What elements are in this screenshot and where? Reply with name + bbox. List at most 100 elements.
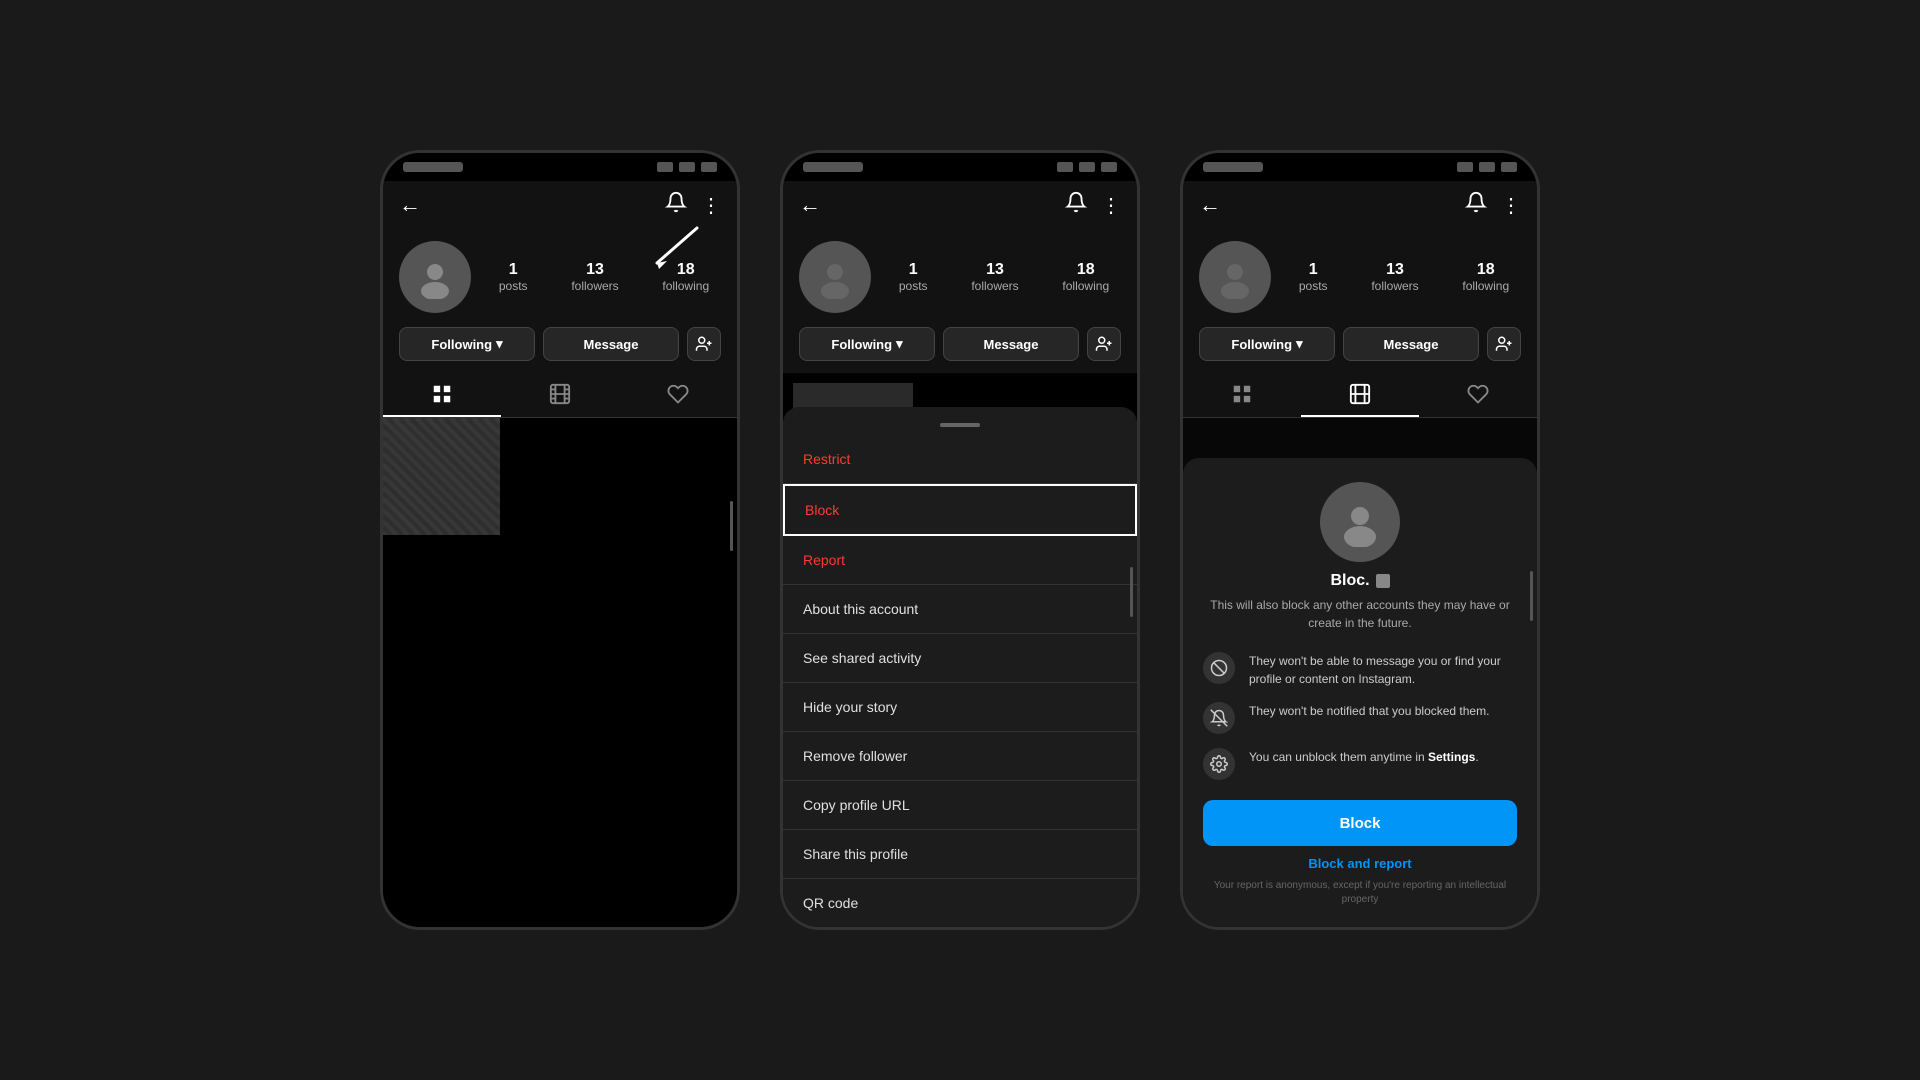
message-button-1[interactable]: Message [543,327,679,361]
more-icon-3[interactable]: ⋮ [1501,193,1521,218]
stat-following-1: 18 following [662,261,709,293]
stat-posts-1: 1 posts [499,261,528,293]
confirm-username: Bloc. [1330,572,1389,590]
action-buttons-1: Following ▾ Message [399,327,721,361]
status-icons-1 [657,162,717,172]
profile-info-2: 1 posts 13 followers 18 following [799,241,1121,313]
hide-story-option[interactable]: Hide your story [783,683,1137,732]
share-profile-option[interactable]: Share this profile [783,830,1137,879]
verified-placeholder [1376,574,1390,588]
copy-url-option[interactable]: Copy profile URL [783,781,1137,830]
back-button-2[interactable]: ← [799,192,821,218]
following-count-3: 18 [1477,261,1495,279]
back-button-3[interactable]: ← [1199,192,1221,218]
stats-2: 1 posts 13 followers 18 following [887,261,1121,293]
confirm-info-list: They won't be able to message you or fin… [1203,652,1517,780]
info-item-unblock: You can unblock them anytime in Settings… [1203,748,1517,780]
posts-count-1: 1 [509,261,518,279]
back-button[interactable]: ← [399,192,421,218]
bell-icon[interactable] [665,191,687,219]
following-button-1[interactable]: Following ▾ [399,327,535,361]
post-thumb-1[interactable] [383,418,500,535]
following-label-1: following [662,279,709,293]
add-person-button-3[interactable] [1487,327,1521,361]
report-option[interactable]: Report [783,536,1137,585]
bell-icon-2[interactable] [1065,191,1087,219]
status-time-3 [1203,162,1263,172]
followers-label-1: followers [571,279,618,293]
more-icon-2[interactable]: ⋮ [1101,193,1121,218]
bell-icon-3[interactable] [1465,191,1487,219]
tab-reels-1[interactable] [501,373,619,417]
info-text-message: They won't be able to message you or fin… [1249,652,1517,688]
battery-icon-3 [1501,162,1517,172]
tabs-1 [383,373,737,418]
status-time-1 [403,162,463,172]
following-count-1: 18 [677,261,695,279]
info-item-message: They won't be able to message you or fin… [1203,652,1517,688]
tab-grid-3[interactable] [1183,373,1301,417]
followers-label-3: followers [1371,279,1418,293]
message-button-3[interactable]: Message [1343,327,1479,361]
block-option[interactable]: Block [783,484,1137,536]
following-label-3: Following [1231,337,1292,352]
wifi-icon-3 [1479,162,1495,172]
stat-following-3: 18 following [1462,261,1509,293]
scroll-indicator-3 [1530,571,1533,621]
confirm-disclaimer: Your report is anonymous, except if you'… [1203,879,1517,907]
restrict-option[interactable]: Restrict [783,435,1137,484]
following-button-2[interactable]: Following ▾ [799,327,935,361]
status-bar-3 [1183,153,1537,181]
tab-tagged-1[interactable] [619,373,737,417]
bottom-sheet: Restrict Block Report About this account… [783,407,1137,927]
posts-label-3: posts [1299,279,1328,293]
phone-1: ← ⋮ [380,150,740,930]
posts-count-3: 1 [1309,261,1318,279]
status-bar-1 [383,153,737,181]
profile-section-2: 1 posts 13 followers 18 following Follow… [783,229,1137,373]
followers-count-1: 13 [586,261,604,279]
block-and-report-button[interactable]: Block and report [1308,856,1411,871]
top-nav-3: ← ⋮ [1183,181,1537,229]
profile-section-1: 1 posts 13 followers 18 following Follow… [383,229,737,373]
shared-activity-option[interactable]: See shared activity [783,634,1137,683]
following-button-3[interactable]: Following ▾ [1199,327,1335,361]
content-area-1 [383,418,737,927]
tab-grid-1[interactable] [383,373,501,417]
followers-count-3: 13 [1386,261,1404,279]
tabs-3 [1183,373,1537,418]
phone-3: ← ⋮ 1 posts [1180,150,1540,930]
info-text-notify: They won't be notified that you blocked … [1249,702,1517,720]
confirm-avatar [1320,482,1400,562]
signal-icon [657,162,673,172]
about-account-option[interactable]: About this account [783,585,1137,634]
stat-followers-2: 13 followers [971,261,1018,293]
block-confirm-button[interactable]: Block [1203,800,1517,846]
add-person-button-2[interactable] [1087,327,1121,361]
settings-icon [1203,748,1235,780]
add-person-button-1[interactable] [687,327,721,361]
wifi-icon [679,162,695,172]
avatar-1 [399,241,471,313]
username-text: Bloc. [1330,572,1369,590]
info-text-unblock: You can unblock them anytime in Settings… [1249,748,1517,766]
tab-reels-3[interactable] [1301,373,1419,417]
remove-follower-option[interactable]: Remove follower [783,732,1137,781]
top-nav-1: ← ⋮ [383,181,737,229]
confirm-subtitle: This will also block any other accounts … [1203,596,1517,632]
stat-followers-3: 13 followers [1371,261,1418,293]
message-button-2[interactable]: Message [943,327,1079,361]
no-message-icon [1203,652,1235,684]
status-time-2 [803,162,863,172]
posts-label-2: posts [899,279,928,293]
more-icon[interactable]: ⋮ [701,193,721,218]
stat-following-2: 18 following [1062,261,1109,293]
qr-code-option[interactable]: QR code [783,879,1137,927]
sheet-handle [940,423,980,427]
action-buttons-3: Following ▾ Message [1199,327,1521,361]
message-label: Message [584,337,639,352]
following-label-3: following [1462,279,1509,293]
tab-tagged-3[interactable] [1419,373,1537,417]
block-confirm-sheet: Bloc. This will also block any other acc… [1183,458,1537,927]
info-item-notify: They won't be notified that you blocked … [1203,702,1517,734]
